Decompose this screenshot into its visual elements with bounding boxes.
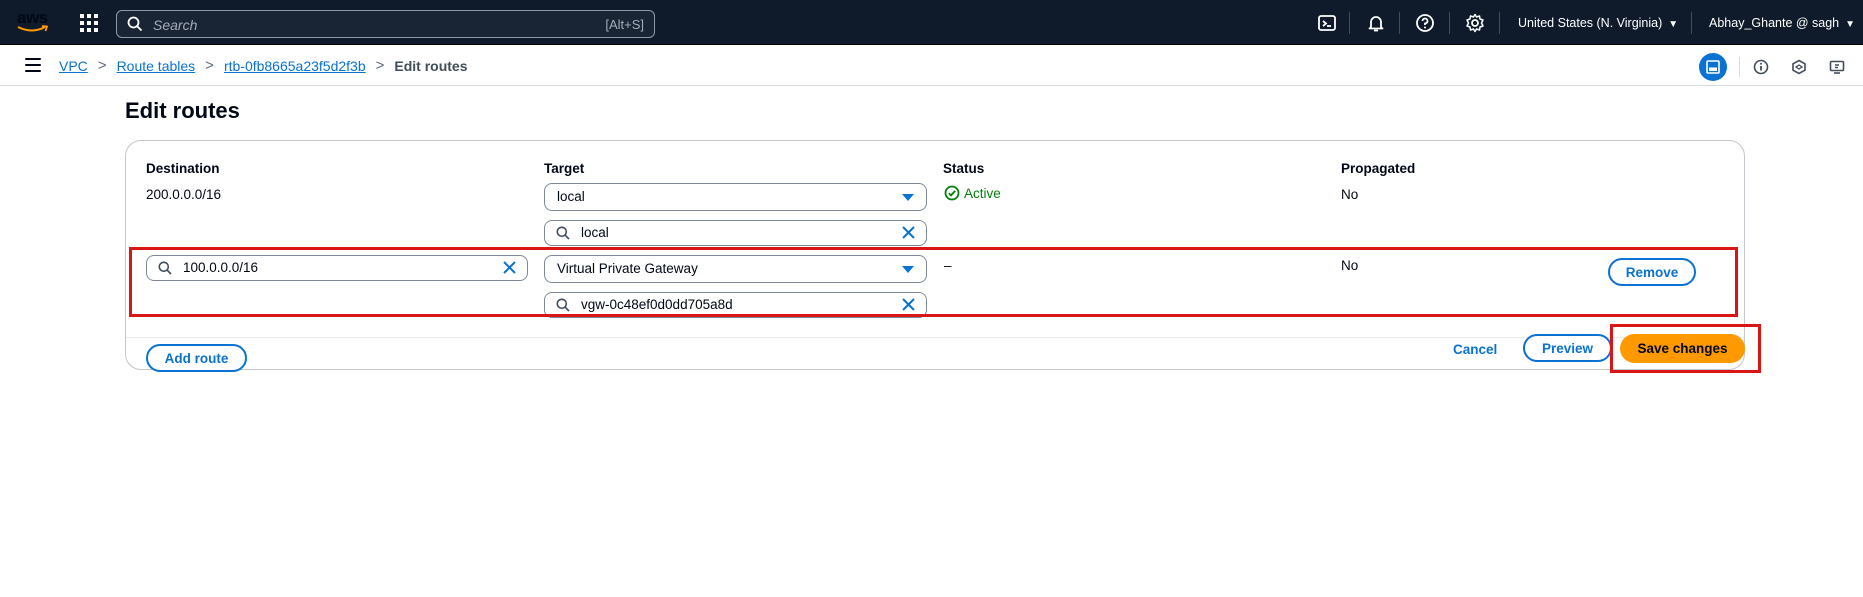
aws-logo-text: aws bbox=[17, 8, 48, 27]
chevron-right-icon: > bbox=[205, 57, 214, 74]
chevron-right-icon: > bbox=[97, 57, 107, 74]
breadcrumb-bar: VPC > Route tables > rtb-0fb8665a23f5d2f… bbox=[0, 45, 1863, 86]
nav-divider bbox=[1499, 12, 1500, 34]
services-grid-icon[interactable] bbox=[80, 14, 98, 32]
nav-divider bbox=[1399, 12, 1400, 34]
monitor-icon bbox=[1829, 60, 1845, 74]
account-label: Abhay_Ghante @ sagh bbox=[1709, 16, 1840, 30]
caret-down-icon bbox=[902, 194, 914, 201]
notifications-icon[interactable] bbox=[1366, 13, 1386, 33]
search-icon bbox=[556, 226, 570, 240]
nav-divider bbox=[1349, 12, 1350, 34]
aws-logo[interactable]: aws bbox=[17, 9, 51, 37]
aws-smile-icon bbox=[17, 25, 49, 32]
breadcrumb-current: Edit routes bbox=[394, 57, 468, 74]
preview-button[interactable]: Preview bbox=[1523, 334, 1612, 362]
row-divider bbox=[126, 337, 1744, 338]
toolbar-divider bbox=[1739, 57, 1740, 77]
propagated-value: No bbox=[1341, 187, 1359, 202]
region-selector[interactable]: United States (N. Virginia) ▼ bbox=[1518, 16, 1678, 30]
target-filter-input[interactable]: local bbox=[544, 220, 927, 246]
breadcrumb: VPC > Route tables > rtb-0fb8665a23f5d2f… bbox=[59, 57, 468, 74]
breadcrumb-route-tables[interactable]: Route tables bbox=[117, 58, 196, 74]
help-icon[interactable] bbox=[1415, 13, 1435, 33]
caret-down-icon: ▼ bbox=[1845, 19, 1856, 30]
split-panel-button[interactable] bbox=[1699, 53, 1727, 81]
column-header-target: Target bbox=[544, 161, 585, 176]
hexagon-icon bbox=[1792, 59, 1806, 75]
route-destination: 200.0.0.0/16 bbox=[146, 187, 222, 202]
highlight-box bbox=[1610, 324, 1761, 373]
clear-icon[interactable] bbox=[901, 225, 916, 240]
column-header-destination: Destination bbox=[146, 161, 220, 176]
column-header-propagated: Propagated bbox=[1341, 161, 1416, 176]
info-icon bbox=[1753, 59, 1769, 75]
search-shortcut-hint: [Alt+S] bbox=[605, 17, 644, 32]
menu-icon[interactable] bbox=[25, 58, 41, 72]
cloudshell-icon[interactable] bbox=[1317, 13, 1337, 33]
region-label: United States (N. Virginia) bbox=[1518, 16, 1663, 30]
status-badge: Active bbox=[944, 185, 1001, 201]
breadcrumb-vpc[interactable]: VPC bbox=[59, 58, 88, 74]
global-search-input[interactable]: Search [Alt+S] bbox=[116, 10, 655, 38]
info-button[interactable] bbox=[1747, 53, 1775, 81]
target-select-value: local bbox=[557, 189, 585, 204]
page-title: Edit routes bbox=[125, 98, 240, 123]
settings-icon[interactable] bbox=[1465, 13, 1485, 33]
breadcrumb-route-table-id[interactable]: rtb-0fb8665a23f5d2f3b bbox=[224, 58, 366, 74]
account-menu[interactable]: Abhay_Ghante @ sagh ▼ bbox=[1709, 16, 1855, 30]
target-select[interactable]: local bbox=[544, 183, 927, 211]
check-circle-icon bbox=[944, 185, 960, 201]
nav-divider bbox=[1691, 12, 1692, 34]
highlight-box bbox=[129, 247, 1738, 317]
main-content: Edit routes Destination Target Status Pr… bbox=[0, 86, 1863, 597]
search-placeholder: Search bbox=[153, 17, 198, 33]
column-header-status: Status bbox=[943, 161, 985, 176]
nav-divider bbox=[1449, 12, 1450, 34]
cancel-button[interactable]: Cancel bbox=[1453, 342, 1497, 357]
feedback-button[interactable] bbox=[1823, 53, 1851, 81]
status-text: Active bbox=[964, 185, 1001, 201]
caret-down-icon: ▼ bbox=[1668, 19, 1679, 30]
target-filter-value: local bbox=[581, 225, 609, 240]
add-route-button[interactable]: Add route bbox=[146, 344, 247, 372]
top-navigation: aws Search [Alt+S] United States (N. Vir… bbox=[0, 0, 1863, 45]
search-icon bbox=[127, 16, 143, 32]
chevron-right-icon: > bbox=[375, 57, 385, 74]
learn-button[interactable] bbox=[1785, 53, 1813, 81]
split-panel-icon bbox=[1706, 60, 1720, 74]
